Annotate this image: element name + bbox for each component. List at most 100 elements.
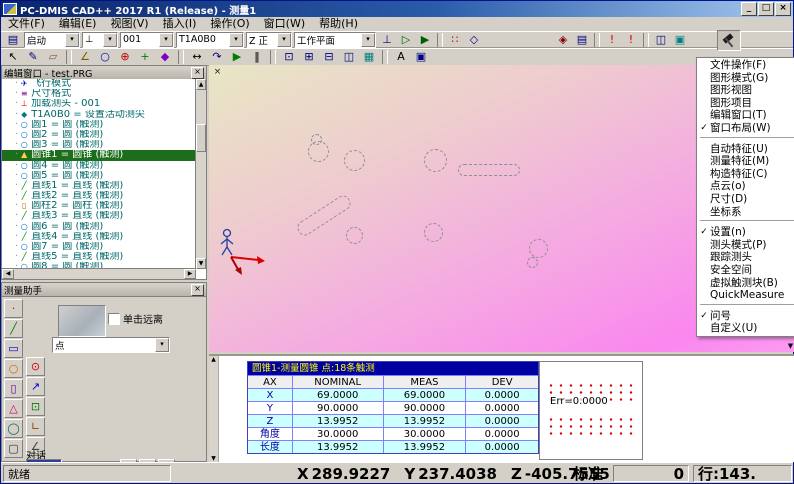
zoom-out-icon[interactable]: ⊟ xyxy=(320,49,338,65)
cylinder-feature-icon[interactable]: ▯ xyxy=(4,379,23,398)
rotate-3d-icon[interactable]: ↷ xyxy=(208,49,226,65)
chevron-down-icon[interactable]: ▾ xyxy=(155,338,169,352)
tree-item[interactable]: ⊥ 加载测头 - 001 xyxy=(2,99,196,109)
tree-item[interactable]: ╱ 直线5 = 直线 (触测) xyxy=(2,252,196,262)
menubar-item[interactable]: 插入(I) xyxy=(156,17,204,31)
click-away-checkbox[interactable] xyxy=(108,313,120,325)
chevron-down-icon[interactable]: ▾ xyxy=(159,33,173,47)
sphere-feature-icon[interactable]: ◯ xyxy=(4,419,23,438)
hits-display-icon[interactable]: ∷ xyxy=(446,32,464,48)
screen-capture-icon[interactable]: ▣ xyxy=(412,49,430,65)
vector-point-icon[interactable]: ↗ xyxy=(26,377,45,396)
menubar-item[interactable]: 窗口(W) xyxy=(257,17,312,31)
scroll-down-icon[interactable]: ▼ xyxy=(196,258,206,269)
probe-dcc-icon[interactable]: ⊥ xyxy=(378,32,396,48)
view-combo[interactable]: 工作平面 ▾ xyxy=(294,32,376,48)
tree-item[interactable]: ▲ 圆锥1 = 圆锥 (触测) xyxy=(2,150,196,160)
maximize-button[interactable]: □ xyxy=(758,2,774,16)
tree-item[interactable]: ╱ 直线4 = 直线 (触测) xyxy=(2,232,196,242)
context-menu-item[interactable]: ✓ 设置(n) xyxy=(698,226,794,239)
cad-feature-circle[interactable] xyxy=(344,150,365,171)
scroll-right-icon[interactable]: ▶ xyxy=(184,269,196,279)
context-menu-item[interactable] xyxy=(700,304,794,308)
run-program-icon[interactable]: ▶ xyxy=(228,49,246,65)
add-point-icon[interactable]: + xyxy=(136,49,154,65)
close-icon[interactable]: × xyxy=(212,67,223,78)
multi-view-icon[interactable]: ◫ xyxy=(340,49,358,65)
slot-feature-icon[interactable]: ▢ xyxy=(4,439,23,458)
menubar-item[interactable]: 文件(F) xyxy=(1,17,52,31)
separator[interactable] xyxy=(437,33,443,47)
line-feature-icon[interactable]: ╱ xyxy=(4,319,23,338)
tree-item[interactable]: ○ 圆5 = 圆 (触测) xyxy=(2,171,196,181)
context-menu-item[interactable]: 测头模式(P) xyxy=(698,239,794,252)
zoom-fit-icon[interactable]: ⊡ xyxy=(280,49,298,65)
cone-feature-icon[interactable]: △ xyxy=(4,399,23,418)
tree-item[interactable]: ○ 圆1 = 圆 (触测) xyxy=(2,120,196,130)
probe-combo[interactable]: ⊥ ▾ xyxy=(82,32,118,48)
collision-check-icon[interactable]: ◈ xyxy=(554,32,572,48)
context-menu-item[interactable]: 坐标系 xyxy=(698,206,794,219)
context-menu-item[interactable]: 跟踪测头 xyxy=(698,251,794,264)
menubar-item[interactable]: 操作(O) xyxy=(203,17,256,31)
select-cursor-icon[interactable]: ↖ xyxy=(4,49,22,65)
tree-item[interactable]: ○ 圆7 = 圆 (触测) xyxy=(2,242,196,252)
separator[interactable] xyxy=(66,50,72,64)
tree-item[interactable]: ○ 圆3 = 圆 (触测) xyxy=(2,140,196,150)
diamond-target-icon[interactable]: ◆ xyxy=(156,49,174,65)
context-menu-item[interactable]: 自动特征(U) xyxy=(698,143,794,156)
context-menu-item[interactable] xyxy=(700,137,794,141)
cad-feature-circle[interactable] xyxy=(424,223,443,242)
chevron-down-icon[interactable]: ▾ xyxy=(65,33,79,47)
report-scrollbar[interactable]: ▲ ▼ xyxy=(209,356,219,462)
tree-item[interactable]: ◆ T1A0B0 = 设置活动测尖 xyxy=(2,110,196,120)
scroll-up-icon[interactable]: ▲ xyxy=(196,79,206,90)
text-label-icon[interactable]: A xyxy=(392,49,410,65)
auto-mode-icon[interactable]: ▶ xyxy=(416,32,434,48)
toolbars-menu-button[interactable] xyxy=(717,30,741,51)
clearance-cube-icon[interactable]: ◇ xyxy=(465,32,483,48)
context-menu-item[interactable]: 文件操作(F) xyxy=(698,59,794,72)
program-icon[interactable]: ▤ xyxy=(4,32,22,48)
tree-horizontal-scrollbar[interactable]: ◀ ▶ xyxy=(2,268,196,279)
alignment-combo[interactable]: 启动 ▾ xyxy=(24,32,80,48)
scroll-thumb[interactable] xyxy=(196,124,206,152)
tree-item[interactable]: ○ 圆6 = 圆 (触测) xyxy=(2,222,196,232)
tip-combo[interactable]: T1A0B0 ▾ xyxy=(176,32,244,48)
chevron-down-icon[interactable]: ▾ xyxy=(361,33,375,47)
eraser-icon[interactable]: ▱ xyxy=(44,49,62,65)
feature-type-combo[interactable]: 点 ▾ xyxy=(52,337,170,353)
plane-feature-icon[interactable]: ▭ xyxy=(4,339,23,358)
circle-gage-icon[interactable]: ○ xyxy=(96,49,114,65)
cad-feature-circle[interactable] xyxy=(346,227,363,244)
separator[interactable] xyxy=(594,33,600,47)
gage-angle-icon[interactable]: ∠ xyxy=(76,49,94,65)
manual-mode-icon[interactable]: ▷ xyxy=(397,32,415,48)
chevron-down-icon[interactable]: ▾ xyxy=(103,33,117,47)
chevron-down-icon[interactable]: ▾ xyxy=(229,33,243,47)
tree-item[interactable]: ✈ 飞行模式 xyxy=(2,79,196,89)
separator[interactable] xyxy=(270,50,276,64)
tree-item[interactable]: ○ 圆4 = 圆 (触测) xyxy=(2,161,196,171)
cad-feature-slot[interactable] xyxy=(295,193,353,238)
scroll-left-icon[interactable]: ◀ xyxy=(2,269,14,279)
tree-item[interactable]: ▯ 圆柱2 = 圆柱 (触测) xyxy=(2,201,196,211)
auto-point-icon[interactable]: ⊙ xyxy=(26,357,45,376)
probe-hit-icon[interactable]: ⊕ xyxy=(116,49,134,65)
tree-item[interactable]: ○ 圆2 = 圆 (触测) xyxy=(2,130,196,140)
edge-point-icon[interactable]: ∟ xyxy=(26,417,45,436)
point-feature-icon[interactable]: · xyxy=(4,299,23,318)
close-button[interactable]: × xyxy=(775,2,791,16)
circle-feature-icon[interactable]: ○ xyxy=(4,359,23,378)
pause-icon[interactable]: ‖ xyxy=(248,49,266,65)
pan-view-icon[interactable]: ↔ xyxy=(188,49,206,65)
alert2-icon[interactable]: ! xyxy=(622,32,640,48)
menubar-item[interactable]: 编辑(E) xyxy=(52,17,104,31)
context-menu-item[interactable]: 虚拟触测块(B) xyxy=(698,277,794,290)
context-menu-item[interactable]: 自定义(U) xyxy=(698,322,794,335)
tree-item[interactable]: ╱ 直线1 = 直线 (触测) xyxy=(2,181,196,191)
context-menu-item[interactable]: 图形视图 xyxy=(698,84,794,97)
window-layout-icon[interactable]: ◫ xyxy=(652,32,670,48)
separator[interactable] xyxy=(643,33,649,47)
scroll-down-icon[interactable]: ▼ xyxy=(786,342,794,350)
